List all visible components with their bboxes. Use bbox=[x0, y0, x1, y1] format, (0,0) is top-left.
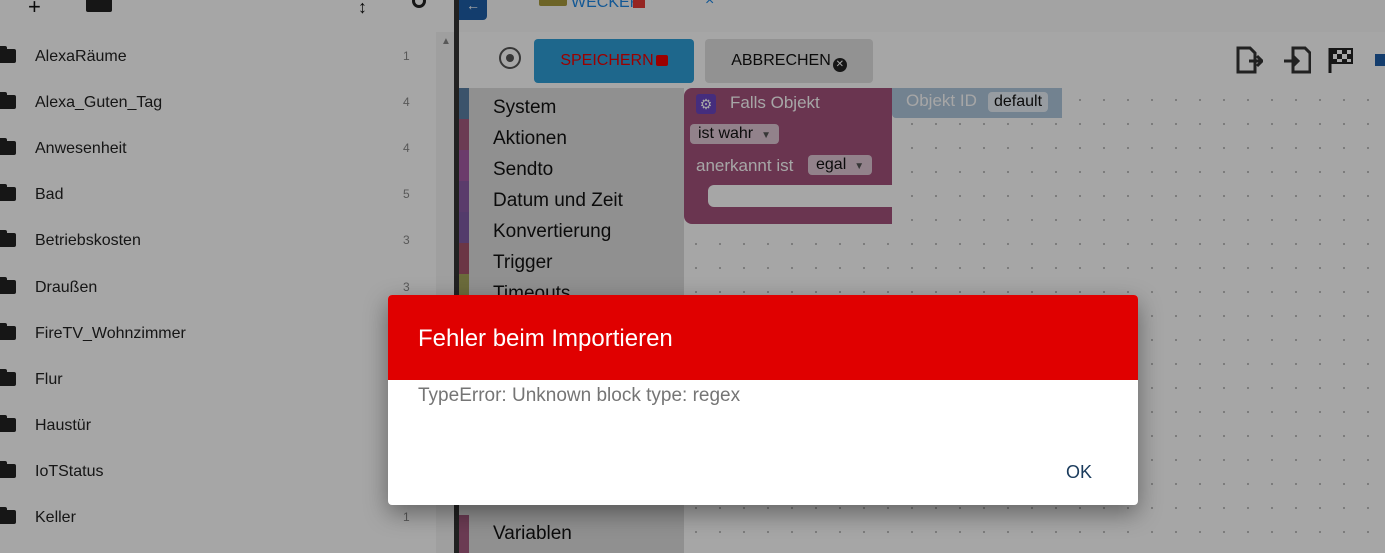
error-dialog: Fehler beim Importieren TypeError: Unkno… bbox=[388, 295, 1138, 505]
dialog-message: TypeError: Unknown block type: regex bbox=[418, 385, 741, 406]
ok-button[interactable]: OK bbox=[1060, 460, 1098, 485]
dialog-header: Fehler beim Importieren bbox=[388, 295, 1138, 380]
dialog-title: Fehler beim Importieren bbox=[418, 325, 673, 352]
